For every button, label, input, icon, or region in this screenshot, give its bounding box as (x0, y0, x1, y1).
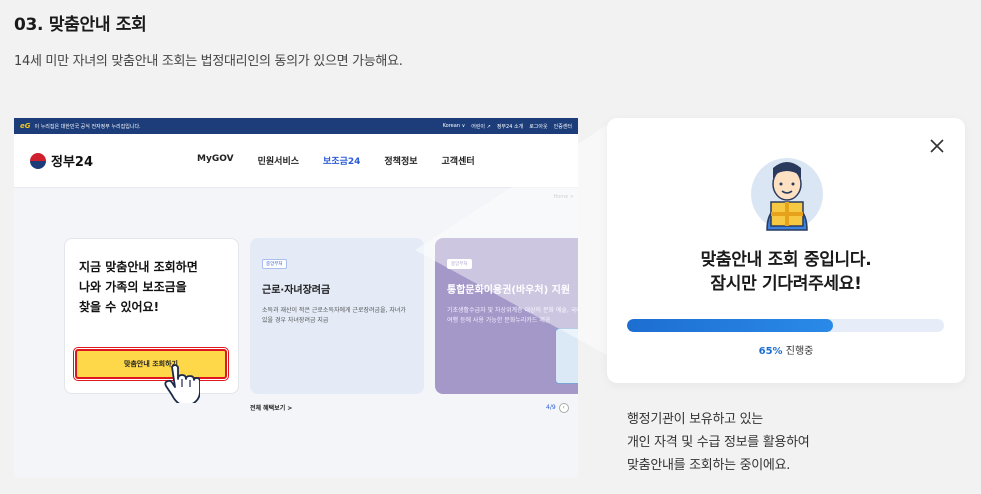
site-logo-text: 정부24 (51, 155, 94, 170)
progress-status: 65% 진행중 (607, 342, 965, 357)
breadcrumb[interactable]: Home > (553, 194, 574, 200)
gov-notice-text: 이 누리집은 대한민국 공식 전자정부 누리집입니다. (34, 123, 141, 130)
util-link-kids[interactable]: 어린이 ↗ (471, 123, 491, 130)
progress-fill (627, 319, 834, 332)
nav-item-civil-service[interactable]: 민원서비스 (258, 154, 299, 167)
nav-item-policy[interactable]: 정책정보 (384, 154, 417, 167)
promo-text: 지금 맞춤안내 조회하면 나와 가족의 보조금을 찾을 수 있어요! (79, 260, 198, 314)
progress-percent: 65% (758, 346, 783, 357)
promo-card: 지금 맞춤안내 조회하면 나와 가족의 보조금을 찾을 수 있어요! 맞춤안내 … (64, 238, 239, 394)
close-icon[interactable] (929, 138, 945, 154)
card-text: 기초생활수급자 및 차상위계층 대상의 문화 예술, 국내여행 등에 사용 가능… (447, 307, 578, 324)
main-navbar: 정부24 MyGOV 민원서비스 보조금24 정책정보 고객센터 (14, 134, 578, 188)
step-caption: 행정기관이 보유하고 있는 개인 자격 및 수급 정보를 활용하여 맞춤안내를 … (627, 412, 810, 473)
card-title: 근로·자녀장려금 (262, 285, 331, 296)
carousel-prev-icon[interactable]: ‹ (558, 403, 569, 413)
gov-notice-bar: eG 이 누리집은 대한민국 공식 전자정부 누리집입니다. Korean ∨ … (14, 118, 578, 134)
site-logo[interactable]: 정부24 (30, 151, 93, 170)
section-description: 14세 미만 자녀의 맞춤안내 조회는 법정대리인의 동의가 있으면 가능해요. (14, 54, 403, 69)
card-illustration (555, 328, 578, 384)
carousel-pager: 4/9 ‹ (546, 403, 569, 413)
site-screenshot: eG 이 누리집은 대한민국 공식 전자정부 누리집입니다. Korean ∨ … (14, 118, 578, 478)
pager-count: 4/9 (546, 404, 556, 411)
util-link-language[interactable]: Korean ∨ (443, 123, 466, 129)
util-link-logout[interactable]: 로그아웃 (529, 123, 547, 130)
section-heading: 03. 맞춤안내 조회 (14, 15, 147, 35)
benefit-card-culture-voucher[interactable]: 중앙부처 통합문화이용권(바우처) 지원 기초생활수급자 및 차상위계층 대상의… (435, 238, 578, 394)
nav-menu: MyGOV 민원서비스 보조금24 정책정보 고객센터 (197, 154, 499, 167)
util-link-about[interactable]: 정부24 소개 (497, 123, 523, 130)
pointer-hand-icon (164, 364, 200, 403)
person-with-gift-icon (751, 158, 823, 231)
card-text: 소득과 재산이 적은 근로소득자에게 근로장려금을, 자녀가 있을 경우 자녀장… (262, 307, 406, 324)
util-link-cert[interactable]: 인증센터 (554, 123, 572, 130)
taegeuk-icon (30, 152, 46, 169)
progress-bar (627, 319, 944, 332)
loading-modal: 맞춤안내 조회 중입니다. 잠시만 기다려주세요! 65% 진행중 (607, 118, 965, 383)
benefit-card-earned-income[interactable]: 중앙부처 근로·자녀장려금 소득과 재산이 적은 근로소득자에게 근로장려금을,… (250, 238, 424, 394)
nav-item-mygov[interactable]: MyGOV (197, 154, 234, 167)
nav-item-support[interactable]: 고객센터 (442, 154, 475, 167)
eg-logo: eG (20, 122, 31, 130)
progress-label: 진행중 (785, 346, 814, 357)
card-tag: 중앙부처 (447, 259, 472, 269)
card-tag: 중앙부처 (262, 259, 287, 269)
nav-item-subsidy24[interactable]: 보조금24 (323, 154, 360, 167)
custom-guide-button[interactable]: 맞춤안내 조회하기 (73, 347, 229, 381)
all-benefits-link[interactable]: 전체 혜택보기 > (250, 403, 292, 412)
card-title: 통합문화이용권(바우처) 지원 (447, 285, 571, 296)
modal-title: 맞춤안내 조회 중입니다. 잠시만 기다려주세요! (700, 250, 872, 294)
